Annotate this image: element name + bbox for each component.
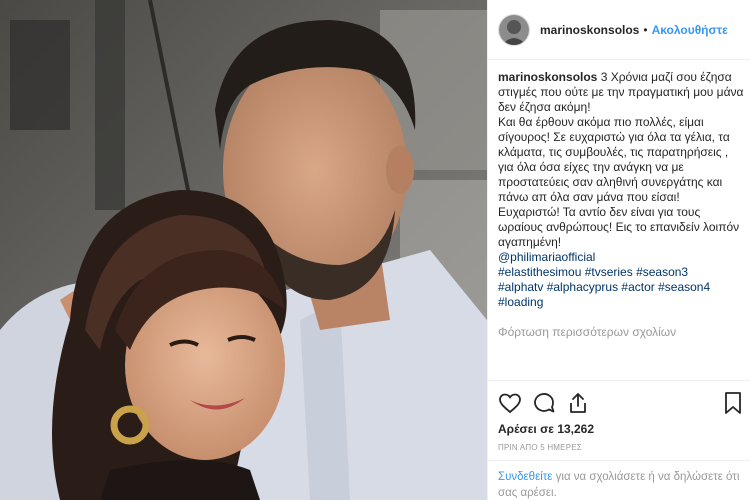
post-photo[interactable] xyxy=(0,0,487,500)
likes-count[interactable]: Αρέσει σε 13,262 xyxy=(498,422,594,436)
caption-username[interactable]: marinoskonsolos xyxy=(498,70,597,84)
load-more-comments[interactable]: Φόρτωση περισσότερων σχολίων xyxy=(498,325,676,339)
login-link[interactable]: Συνδεθείτε xyxy=(498,471,552,483)
avatar[interactable] xyxy=(498,13,530,46)
share-icon[interactable] xyxy=(566,391,590,415)
hashtags-line-1[interactable]: #elastithesimou #tvseries #season3 xyxy=(498,265,688,279)
follow-button[interactable]: Ακολουθήστε xyxy=(652,23,728,37)
comment-icon[interactable] xyxy=(532,391,556,415)
caption-line-2: Και θα έρθουν ακόμα πιο πολλές, είμαι σί… xyxy=(498,115,740,249)
post-header: marinoskonsolos • Ακολουθήστε xyxy=(488,0,750,60)
heart-icon[interactable] xyxy=(498,391,522,415)
caption: marinoskonsolos 3 Χρόνια μαζί σου έζησα … xyxy=(498,70,744,310)
action-bar: Αρέσει σε 13,262 ΠΡΙΝ ΑΠΟ 5 ΗΜΕΡΕΣ xyxy=(488,380,750,452)
login-prompt: Συνδεθείτε για να σχολιάσετε ή να δηλώσε… xyxy=(488,460,750,501)
hashtags-line-3[interactable]: #loading xyxy=(498,295,543,309)
post-side-panel: marinoskonsolos • Ακολουθήστε marinoskon… xyxy=(487,0,750,500)
instagram-post: marinoskonsolos • Ακολουθήστε marinoskon… xyxy=(0,0,750,500)
header-username[interactable]: marinoskonsolos xyxy=(540,23,639,37)
action-icons xyxy=(498,391,600,415)
selfie-image xyxy=(0,0,487,500)
bookmark-icon[interactable] xyxy=(723,391,743,415)
mention-link[interactable]: @philimariaofficial xyxy=(498,250,595,264)
post-timestamp[interactable]: ΠΡΙΝ ΑΠΟ 5 ΗΜΕΡΕΣ xyxy=(498,443,582,452)
hashtags-line-2[interactable]: #alphatv #alphacyprus #actor #season4 xyxy=(498,280,710,294)
separator-dot: • xyxy=(643,22,648,37)
